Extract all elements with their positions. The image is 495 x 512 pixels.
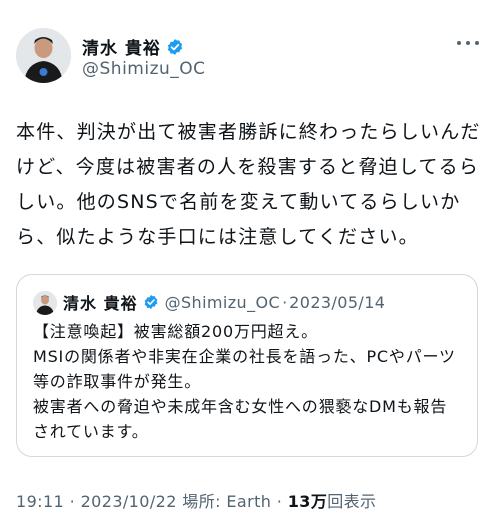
verified-badge-icon — [166, 38, 184, 56]
quote-text: 【注意喚起】被害総額200万円超え。 MSIの関係者や非実在企業の社長を語った、… — [33, 322, 456, 441]
more-dot — [475, 41, 479, 45]
tweet-time[interactable]: 19:11 — [16, 492, 64, 511]
views-label: 回表示 — [327, 492, 377, 511]
quote-avatar-image — [33, 291, 57, 315]
more-dot — [466, 41, 470, 45]
quote-verified-badge-icon — [143, 294, 159, 310]
avatar-image — [16, 28, 71, 83]
tweet: 清水 貴裕 @Shimizu_OC 本件、判決が出て被害者勝訴に終わったらしいん… — [0, 0, 495, 511]
place-value[interactable]: Earth — [226, 492, 271, 511]
tweet-date[interactable]: 2023/10/22 — [81, 492, 177, 511]
meta-separator: · — [64, 492, 81, 511]
quote-author-name: 清水 貴裕 — [63, 294, 138, 313]
avatar[interactable] — [16, 28, 71, 83]
quote-header: 清水 貴裕 @Shimizu_OC · 2023/05/14 — [63, 290, 385, 314]
quote-author-handle: @Shimizu_OC — [164, 292, 281, 312]
quote-avatar — [33, 291, 57, 315]
meta-separator: · — [271, 492, 288, 511]
more-dot — [457, 41, 461, 45]
more-horizontal-icon[interactable] — [457, 38, 479, 48]
author-name[interactable]: 清水 貴裕 — [82, 34, 161, 59]
quote-date: 2023/05/14 — [289, 292, 386, 312]
author-handle[interactable]: @Shimizu_OC — [82, 59, 206, 79]
place-label: 場所: — [182, 492, 221, 511]
views-count: 13万 — [287, 492, 328, 511]
tweet-text: 本件、判決が出て被害者勝訴に終わったらしいんだけど、今度は被害者の人を殺害すると… — [16, 121, 481, 248]
author-name-row[interactable]: 清水 貴裕 — [82, 34, 184, 59]
tweet-meta: 19:11 · 2023/10/22 場所: Earth · 13万回表示 — [16, 488, 376, 512]
quote-tweet-card[interactable]: 清水 貴裕 @Shimizu_OC · 2023/05/14 【注意喚起】被害総… — [16, 274, 478, 457]
quote-separator: · — [282, 292, 288, 312]
